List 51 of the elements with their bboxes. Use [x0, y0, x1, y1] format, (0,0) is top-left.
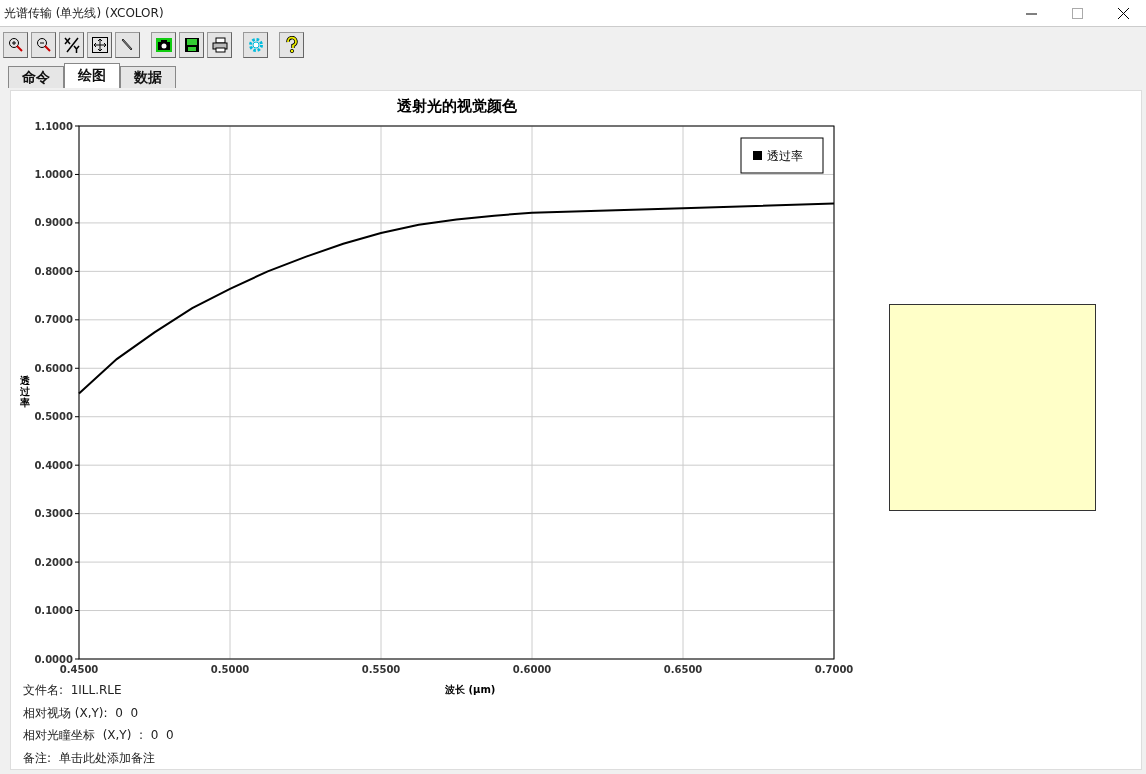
zoom-out-icon	[34, 35, 53, 54]
info-text: 文件名: 1ILL.RLE	[23, 682, 123, 699]
info-text: 相对视场 (X,Y): 0 0	[23, 704, 140, 722]
x-tick-label: 0.5500	[361, 664, 401, 675]
snapshot-button[interactable]	[151, 31, 176, 58]
help-button[interactable]	[279, 31, 304, 58]
y-tick-label: 1.1000	[34, 120, 73, 132]
y-tick-label: 1.0000	[34, 168, 73, 180]
y-tick-label: 0.9000	[34, 217, 73, 229]
zoom-out-button[interactable]	[31, 31, 56, 58]
info-text: 备注: 单击此处添加备注	[23, 749, 156, 767]
print-button[interactable]	[207, 31, 232, 58]
y-tick-label: 0.6000	[34, 362, 73, 374]
y-tick-label: 0.8000	[34, 265, 73, 277]
x-tick-label: 0.5000	[210, 664, 250, 675]
x-tick-label: 0.7000	[814, 664, 854, 675]
camera-icon	[154, 35, 173, 54]
close-icon	[1117, 7, 1129, 19]
x-tick-label: 0.6000	[512, 664, 552, 675]
save-icon	[182, 35, 201, 54]
y-tick-label: 0.2000	[34, 556, 73, 568]
tab[interactable]: 命令	[8, 66, 64, 88]
y-axis-label: 透过率	[20, 375, 30, 408]
x-tick-label: 0.4500	[59, 664, 99, 675]
x-tick-label: 0.6500	[663, 664, 703, 675]
zoom-in-button[interactable]	[3, 31, 28, 58]
y-tick-label: 0.3000	[34, 508, 73, 520]
y-tick-label: 0.0000	[34, 653, 73, 665]
fit-button[interactable]	[87, 31, 112, 58]
y-tick-label: 0.5000	[34, 411, 73, 423]
pen-button[interactable]	[115, 31, 140, 58]
fit-view-icon	[90, 35, 109, 54]
settings-button[interactable]	[243, 31, 268, 58]
tab[interactable]: 绘图	[64, 63, 120, 88]
printer-icon	[210, 35, 229, 54]
xy-axes-icon	[62, 35, 81, 54]
y-tick-label: 0.1000	[34, 605, 73, 617]
maximize-icon	[1071, 7, 1083, 19]
save-button[interactable]	[179, 31, 204, 58]
window-title: 光谱传输 (单光线) (XCOLOR)	[4, 4, 165, 22]
axes-button[interactable]	[59, 31, 84, 58]
tab[interactable]: 数据	[120, 66, 176, 88]
legend-swatch	[753, 151, 762, 160]
info-text: 相对光瞳坐标 (X,Y) : 0 0	[23, 727, 175, 744]
zoom-in-icon	[6, 35, 25, 54]
x-axis-label: 波长 (µm)	[445, 683, 496, 697]
legend-label: 透过率	[767, 149, 803, 163]
y-tick-label: 0.4000	[34, 459, 73, 471]
chart-title: 透射光的视觉颜色	[396, 97, 517, 115]
y-tick-label: 0.7000	[34, 314, 73, 326]
settings-icon	[246, 35, 265, 54]
